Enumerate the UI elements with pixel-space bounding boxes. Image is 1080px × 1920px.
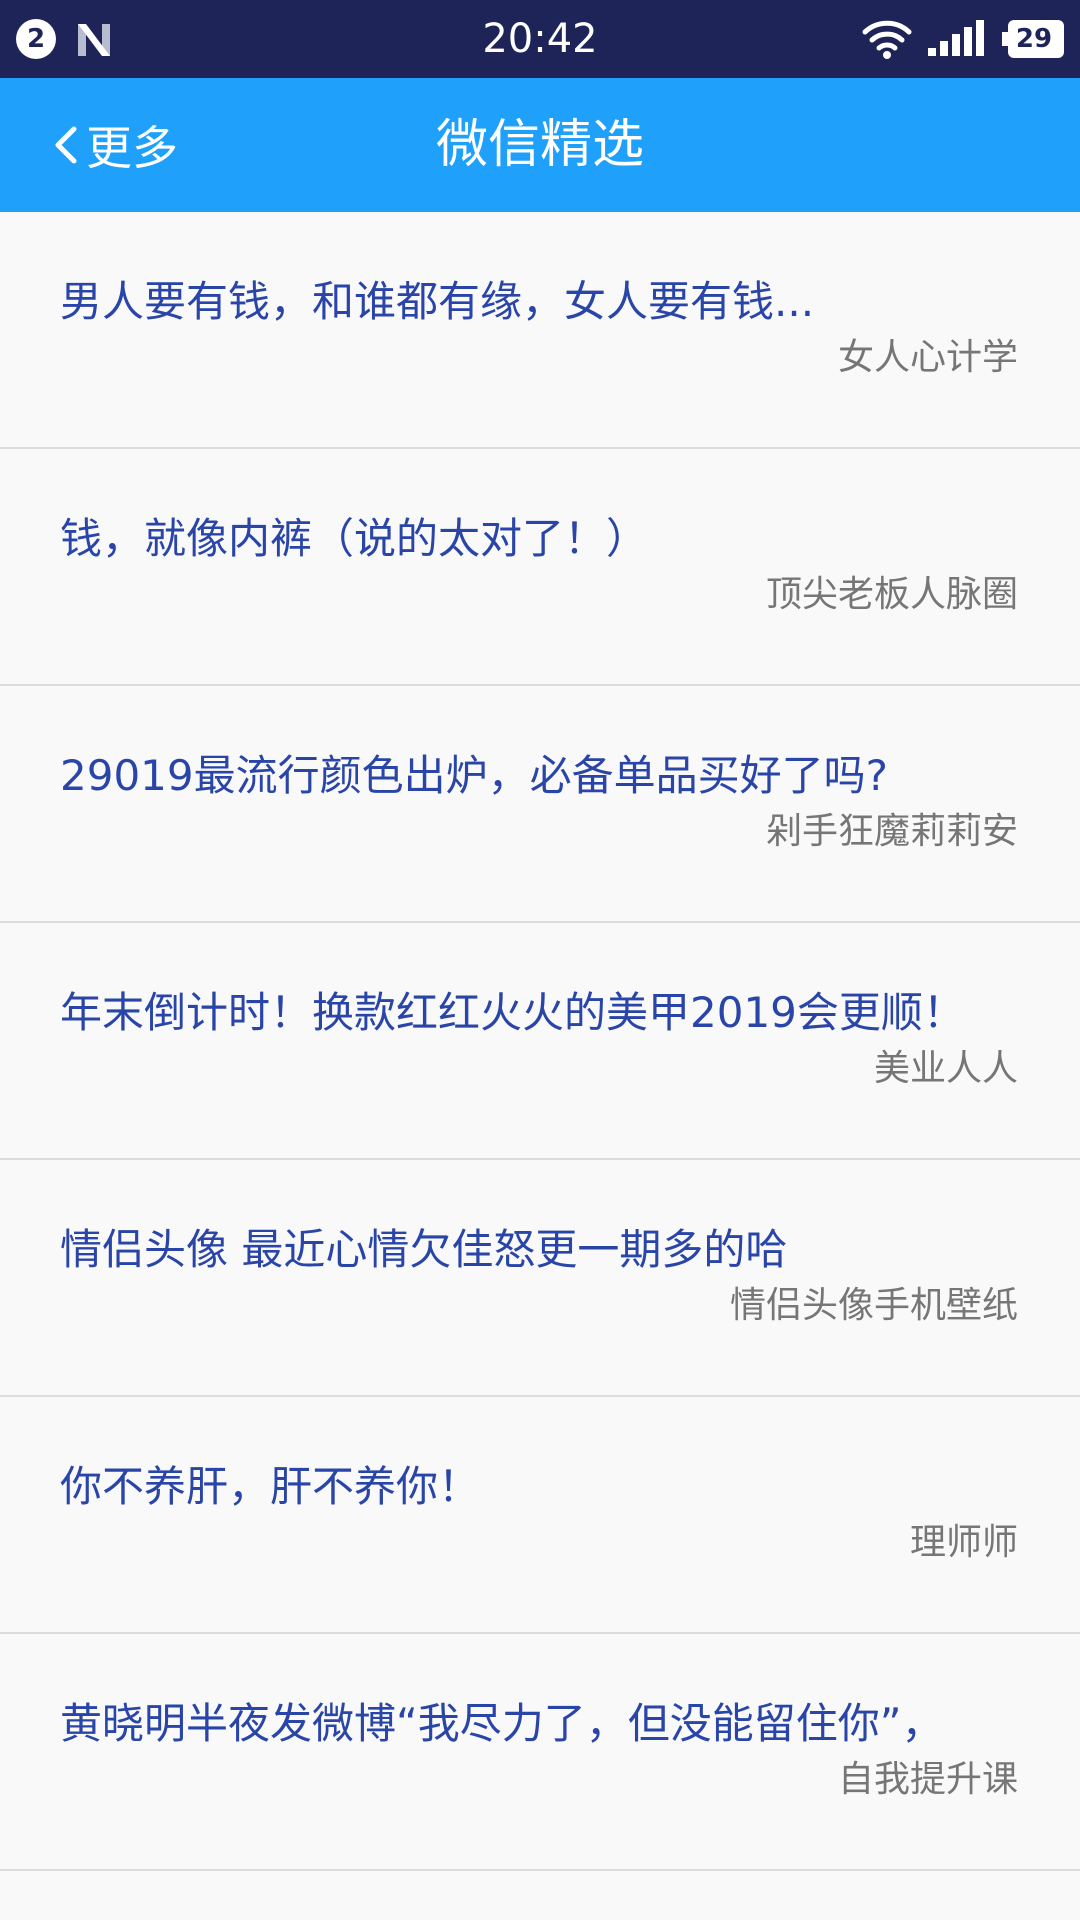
app-bar: 更多 微信精选	[0, 78, 1080, 212]
article-source: 情侣头像手机壁纸	[729, 1285, 1018, 1326]
article-source: 剁手狂魔莉莉安	[765, 811, 1018, 852]
article-title: 你不养肝，肝不养你！	[60, 1462, 481, 1511]
article-title: 钱，就像内裤（说的太对了！）	[60, 514, 649, 563]
wifi-icon	[862, 20, 912, 59]
article-item[interactable]: 年末倒计时！换款红红火火的美甲2019会更顺！ 美业人人	[0, 923, 1080, 1160]
battery-level: 29	[1015, 24, 1053, 54]
article-list: 男人要有钱，和谁都有缘，女人要有钱... 女人心计学 钱，就像内裤（说的太对了！…	[0, 212, 1080, 1871]
status-bar: 2 20:42 29	[0, 0, 1080, 78]
page-title: 微信精选	[435, 115, 644, 175]
article-title: 男人要有钱，和谁都有缘，女人要有钱...	[60, 277, 815, 326]
article-item[interactable]: 你不养肝，肝不养你！ 理师师	[0, 1397, 1080, 1634]
article-source: 美业人人	[873, 1048, 1018, 1089]
article-item[interactable]: 情侣头像 最近心情欠佳怒更一期多的哈 情侣头像手机壁纸	[0, 1160, 1080, 1397]
article-source: 理师师	[909, 1522, 1018, 1563]
article-item[interactable]: 29019最流行颜色出炉，必备单品买好了吗? 剁手狂魔莉莉安	[0, 686, 1080, 923]
status-time: 20:42	[482, 16, 598, 62]
article-source: 顶尖老板人脉圈	[765, 574, 1018, 615]
article-item[interactable]: 男人要有钱，和谁都有缘，女人要有钱... 女人心计学	[0, 212, 1080, 449]
article-title: 29019最流行颜色出炉，必备单品买好了吗?	[60, 751, 888, 800]
article-item[interactable]: 钱，就像内裤（说的太对了！） 顶尖老板人脉圈	[0, 449, 1080, 686]
article-title: 黄晓明半夜发微博“我尽力了，但没能留住你”，	[60, 1699, 944, 1748]
signal-icon	[928, 20, 984, 56]
article-source: 女人心计学	[837, 337, 1018, 378]
article-title: 情侣头像 最近心情欠佳怒更一期多的哈	[60, 1225, 788, 1274]
article-source: 自我提升课	[837, 1759, 1018, 1800]
article-item[interactable]: 黄晓明半夜发微博“我尽力了，但没能留住你”， 自我提升课	[0, 1634, 1080, 1871]
article-title: 年末倒计时！换款红红火火的美甲2019会更顺！	[60, 988, 965, 1037]
